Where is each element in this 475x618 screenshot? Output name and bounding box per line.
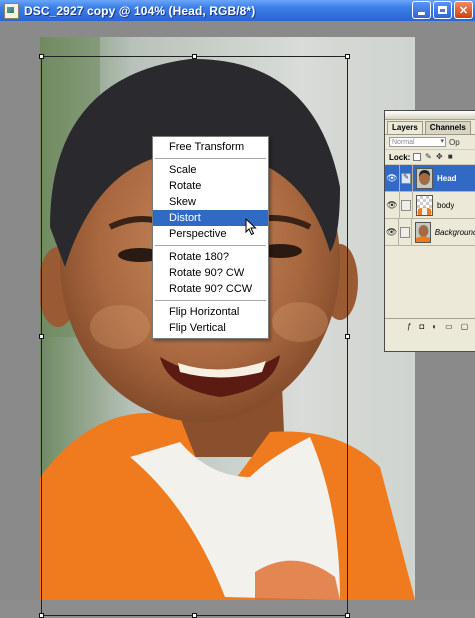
lock-all-icon[interactable]: ■ <box>446 153 454 161</box>
mouse-cursor-icon <box>245 218 257 236</box>
menu-separator <box>155 245 266 246</box>
eye-visibility-icon[interactable]: 👁 <box>385 192 400 218</box>
menu-item-skew[interactable]: Skew <box>153 194 268 210</box>
menu-item-flip-vertical[interactable]: Flip Vertical <box>153 320 268 336</box>
panel-tabs: Layers Channels <box>385 120 475 135</box>
layer-thumbnail <box>414 221 431 243</box>
title-bar: DSC_2927 copy @ 104% (Head, RGB/8*) ✕ <box>0 0 475 22</box>
layer-mask-icon[interactable]: ◘ <box>419 322 424 331</box>
layer-thumbnail <box>416 167 433 189</box>
close-icon: ✕ <box>458 4 469 17</box>
minimize-button[interactable] <box>412 1 431 19</box>
blend-mode-select[interactable]: Normal <box>389 137 446 147</box>
window-controls: ✕ <box>412 1 473 19</box>
layer-name[interactable]: Background <box>435 228 475 237</box>
blend-row: Normal Op <box>385 135 475 150</box>
lock-position-move-icon[interactable]: ✥ <box>435 153 443 161</box>
layers-panel: Layers Channels Normal Op Lock: ✎ ✥ ■ 👁 … <box>384 110 475 352</box>
tab-layers[interactable]: Layers <box>387 121 423 134</box>
layer-thumbnail <box>416 194 433 216</box>
menu-item-rotate-90-ccw[interactable]: Rotate 90? CCW <box>153 281 268 297</box>
eye-visibility-icon[interactable]: 👁 <box>385 165 400 191</box>
transform-context-menu: Free Transform Scale Rotate Skew Distort… <box>152 136 269 339</box>
adjustment-layer-icon[interactable]: ◐ <box>432 322 437 331</box>
layer-row-head[interactable]: 👁 ✎ Head <box>385 165 475 192</box>
transform-handle-bottom[interactable] <box>192 613 197 618</box>
menu-separator <box>155 158 266 159</box>
layers-empty-area <box>385 246 475 318</box>
layer-link-box[interactable] <box>399 219 412 245</box>
panel-header[interactable] <box>385 111 475 120</box>
menu-item-free-transform[interactable]: Free Transform <box>153 139 268 155</box>
transform-handle-bottom-right[interactable] <box>345 613 350 618</box>
lock-transparency-icon[interactable] <box>413 153 422 161</box>
menu-separator <box>155 300 266 301</box>
transform-handle-bottom-left[interactable] <box>39 613 44 618</box>
new-layer-icon[interactable]: ▢ <box>461 322 469 331</box>
layer-name[interactable]: body <box>437 201 454 210</box>
layer-name[interactable]: Head <box>437 174 457 183</box>
tab-channels[interactable]: Channels <box>424 121 471 134</box>
layer-row-body[interactable]: 👁 body <box>385 192 475 219</box>
menu-item-flip-horizontal[interactable]: Flip Horizontal <box>153 304 268 320</box>
close-button[interactable]: ✕ <box>454 1 473 19</box>
layer-style-icon[interactable]: ƒ <box>407 322 411 331</box>
maximize-button[interactable] <box>433 1 452 19</box>
eye-visibility-icon[interactable]: 👁 <box>385 219 400 245</box>
menu-item-rotate-180[interactable]: Rotate 180? <box>153 249 268 265</box>
opacity-label: Op <box>449 137 460 147</box>
layer-link-box[interactable] <box>400 192 413 218</box>
menu-item-scale[interactable]: Scale <box>153 162 268 178</box>
layer-row-background[interactable]: 👁 Background <box>385 219 475 246</box>
menu-item-rotate[interactable]: Rotate <box>153 178 268 194</box>
window-title: DSC_2927 copy @ 104% (Head, RGB/8*) <box>24 3 256 18</box>
maximize-icon <box>438 6 447 14</box>
minimize-icon <box>418 12 425 15</box>
document-icon <box>4 2 19 19</box>
menu-item-rotate-90-cw[interactable]: Rotate 90? CW <box>153 265 268 281</box>
lock-label: Lock: <box>389 152 411 162</box>
panel-footer: ƒ ◘ ◐ ▭ ▢ <box>385 318 475 333</box>
new-group-icon[interactable]: ▭ <box>445 322 453 331</box>
lock-row: Lock: ✎ ✥ ■ <box>385 150 475 165</box>
lock-image-brush-icon[interactable]: ✎ <box>424 153 432 161</box>
brush-icon: ✎ <box>401 172 411 184</box>
layer-brush-link[interactable]: ✎ <box>400 165 413 191</box>
